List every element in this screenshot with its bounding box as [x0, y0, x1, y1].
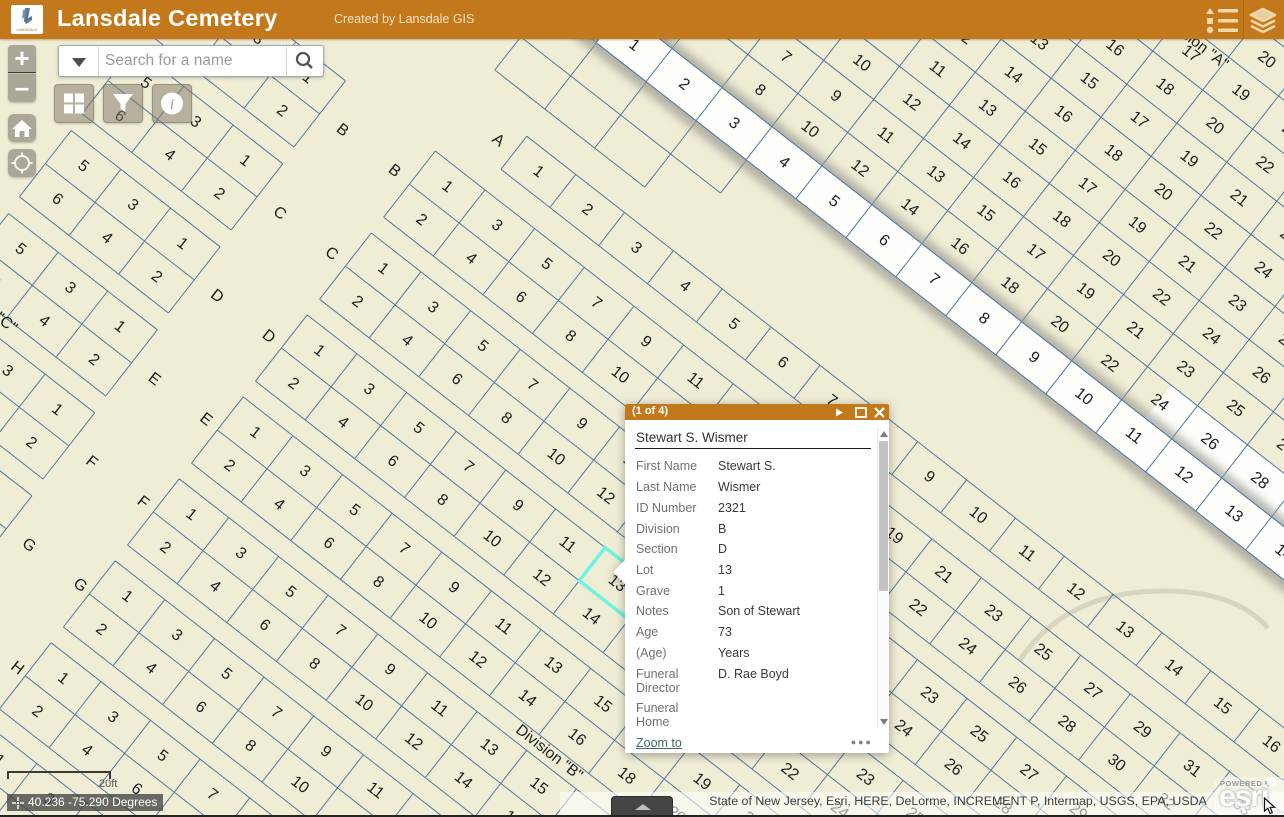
svg-text:i: i: [170, 97, 174, 113]
svg-text:LANSDALE: LANSDALE: [17, 27, 38, 32]
